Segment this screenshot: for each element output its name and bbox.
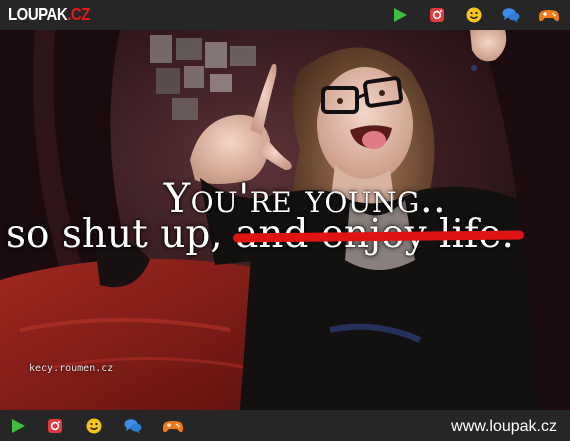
play-icon[interactable] (8, 416, 28, 436)
image-watermark: kecy.roumen.cz (29, 363, 114, 374)
headline-line-2-text: so shut up, (6, 212, 223, 257)
site-logo[interactable]: LOUPAK.CZ (8, 5, 90, 25)
headline-line-2: so shut up, and enjoy life. (6, 212, 514, 257)
chat-icon[interactable] (501, 5, 521, 25)
play-icon[interactable] (390, 5, 410, 25)
instagram-icon[interactable] (45, 416, 65, 436)
site-url-link[interactable]: www.loupak.cz (451, 418, 557, 436)
gamepad-icon[interactable] (538, 5, 560, 25)
logo-tld: .CZ (67, 5, 90, 25)
bottom-nav-icons (8, 416, 184, 436)
chat-icon[interactable] (123, 416, 143, 436)
bottom-bar: www.loupak.cz (0, 410, 570, 441)
smiley-icon[interactable] (464, 5, 484, 25)
top-nav-icons (390, 5, 560, 25)
top-bar: LOUPAK.CZ (0, 0, 570, 30)
instagram-icon[interactable] (427, 5, 447, 25)
smiley-icon[interactable] (84, 416, 104, 436)
struck-through-text: and enjoy life. (235, 212, 514, 257)
meme-photo: You're young.. so shut up, and enjoy lif… (0, 30, 570, 410)
logo-text: LOUPAK (8, 5, 68, 25)
gamepad-icon[interactable] (162, 416, 184, 436)
